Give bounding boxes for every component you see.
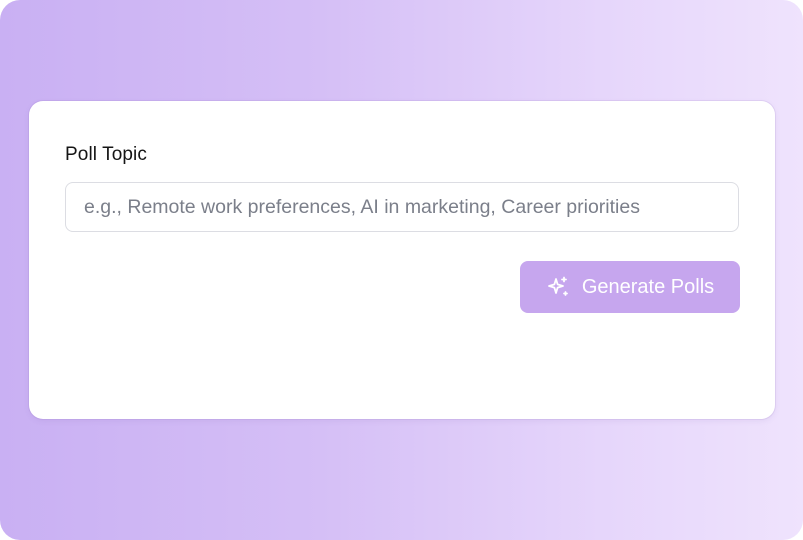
poll-topic-label: Poll Topic: [65, 144, 147, 165]
generate-polls-button[interactable]: Generate Polls: [520, 261, 740, 313]
generate-polls-label: Generate Polls: [581, 275, 715, 298]
poll-topic-input[interactable]: [65, 182, 739, 232]
sparkles-icon: [546, 275, 570, 299]
poll-form-card: Poll Topic Generate Polls: [29, 101, 775, 419]
background-panel: Poll Topic Generate Polls: [0, 0, 803, 540]
